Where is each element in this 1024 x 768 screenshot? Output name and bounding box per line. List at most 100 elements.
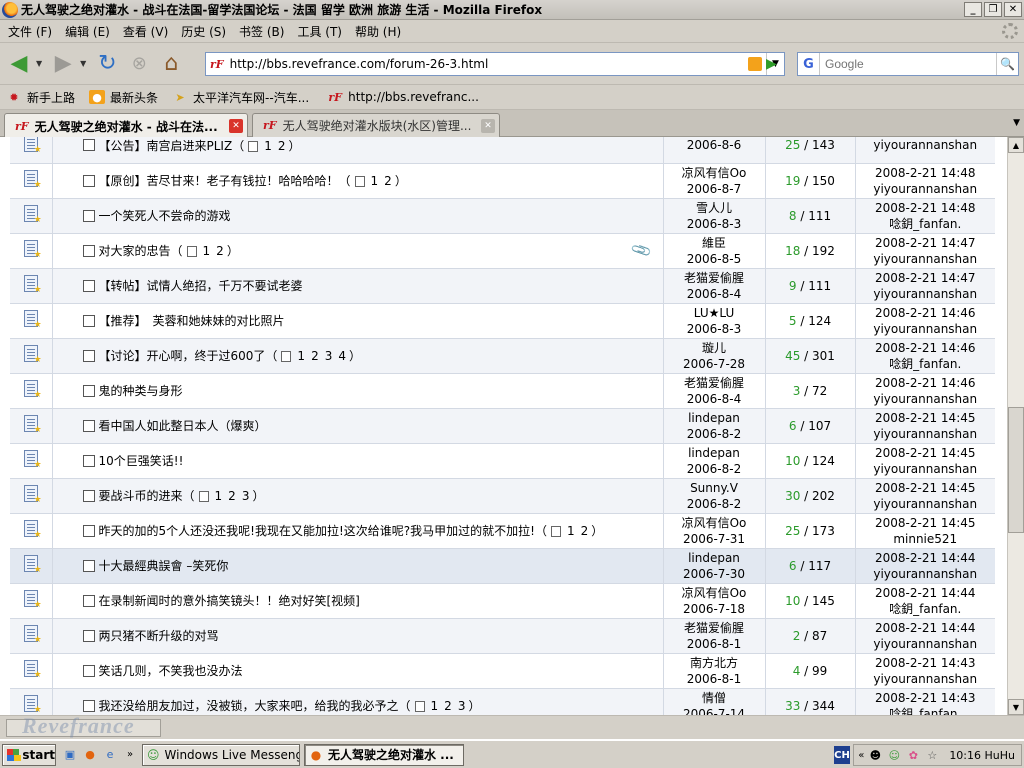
author-name[interactable]: 情僧: [664, 690, 765, 706]
start-button[interactable]: start: [2, 743, 56, 766]
thread-checkbox[interactable]: [82, 279, 95, 292]
thread-checkbox[interactable]: [82, 244, 95, 257]
author-name[interactable]: 凉风有信Oo: [664, 165, 765, 181]
page-link[interactable]: 2: [311, 349, 319, 363]
tab-admin[interactable]: rF 无人驾驶绝对灌水版块(水区)管理... ✕: [252, 113, 500, 137]
scroll-down-icon[interactable]: ▼: [1008, 699, 1024, 715]
quick-launch-more-icon[interactable]: »: [122, 747, 138, 763]
thread-checkbox[interactable]: [82, 699, 95, 712]
page-link[interactable]: 1: [297, 349, 305, 363]
thread-title-link[interactable]: 两只猪不断升级的对骂: [99, 629, 219, 643]
stop-button[interactable]: ⊗: [124, 49, 154, 79]
page-link[interactable]: 4: [338, 349, 346, 363]
thread-checkbox[interactable]: [82, 349, 95, 362]
last-post-user[interactable]: yiyourannanshan: [856, 496, 996, 512]
last-post-user[interactable]: yiyourannanshan: [856, 566, 996, 582]
page-link[interactable]: 3: [458, 699, 466, 713]
tray-expand-icon[interactable]: «: [858, 750, 864, 761]
thread-doc-icon[interactable]: ★: [22, 344, 42, 365]
thread-doc-icon[interactable]: ★: [22, 624, 42, 645]
last-post-time[interactable]: 2008-2-21 14:44: [856, 585, 996, 601]
thread-doc-icon[interactable]: ★: [22, 414, 42, 435]
search-magnifier-icon[interactable]: 🔍: [996, 53, 1018, 75]
last-post-user[interactable]: yiyourannanshan: [856, 671, 996, 687]
thread-checkbox[interactable]: [82, 384, 95, 397]
thread-doc-icon[interactable]: ★: [22, 169, 42, 190]
reload-button[interactable]: ↻: [92, 49, 122, 79]
thread-checkbox[interactable]: [82, 489, 95, 502]
vertical-scrollbar[interactable]: ▲ ▼: [1007, 137, 1024, 715]
bookmark-revefrance[interactable]: rF http://bbs.revefranc...: [323, 90, 479, 104]
tab-current[interactable]: rF 无人驾驶之绝对灌水 - 战斗在法... ✕: [4, 113, 248, 138]
thread-doc-icon[interactable]: ★: [22, 137, 42, 155]
thread-checkbox[interactable]: [82, 209, 95, 222]
page-link[interactable]: 3: [242, 489, 250, 503]
url-bar[interactable]: rF http://bbs.revefrance.com/forum-26-3.…: [205, 52, 785, 76]
bookmark-pcauto[interactable]: ➤ 太平洋汽车网--汽车...: [172, 89, 309, 106]
scroll-up-icon[interactable]: ▲: [1008, 137, 1024, 153]
forward-button[interactable]: ▶: [48, 49, 78, 79]
last-post-time[interactable]: 2008-2-21 14:45: [856, 480, 996, 496]
last-post-user[interactable]: yiyourannanshan: [856, 137, 996, 153]
thread-doc-icon[interactable]: ★: [22, 589, 42, 610]
close-window-button[interactable]: ✕: [1004, 2, 1022, 17]
thread-title-link[interactable]: 10个巨强笑话!!: [99, 454, 184, 468]
thread-title-link[interactable]: 【原创】苦尽甘来！老子有钱拉！哈哈哈哈！: [99, 174, 339, 188]
last-post-user[interactable]: yiyourannanshan: [856, 636, 996, 652]
desktop-icon[interactable]: ▣: [62, 747, 78, 763]
last-post-time[interactable]: 2008-2-21 14:46: [856, 340, 996, 356]
close-tab-icon[interactable]: ✕: [229, 119, 243, 133]
last-post-time[interactable]: 2008-2-21 14:47: [856, 270, 996, 286]
page-link[interactable]: 3: [325, 349, 333, 363]
thread-doc-icon[interactable]: ★: [22, 554, 42, 575]
bookmark-getting-started[interactable]: ✹ 新手上路: [6, 89, 75, 106]
menu-file[interactable]: 文件 (F): [4, 23, 61, 40]
search-bar[interactable]: G 🔍: [797, 52, 1019, 76]
home-button[interactable]: ⌂: [156, 49, 186, 79]
qq-penguin-icon[interactable]: ☻: [867, 747, 883, 763]
go-button[interactable]: ▶: [766, 56, 777, 72]
thread-checkbox[interactable]: [82, 559, 95, 572]
menu-edit[interactable]: 编辑 (E): [61, 23, 119, 40]
last-post-user[interactable]: yiyourannanshan: [856, 461, 996, 477]
last-post-time[interactable]: 2008-2-21 14:48: [856, 165, 996, 181]
page-link[interactable]: 2: [444, 699, 452, 713]
menu-history[interactable]: 历史 (S): [177, 23, 235, 40]
author-name[interactable]: lindepan: [664, 445, 765, 461]
author-name[interactable]: lindepan: [664, 410, 765, 426]
ie-icon[interactable]: e: [102, 747, 118, 763]
taskbar-messenger[interactable]: ☺ Windows Live Messenger: [142, 743, 300, 766]
scroll-thumb[interactable]: [1008, 407, 1024, 533]
thread-checkbox[interactable]: [82, 314, 95, 327]
thread-doc-icon[interactable]: ★: [22, 309, 42, 330]
thread-doc-icon[interactable]: ★: [22, 379, 42, 400]
thread-doc-icon[interactable]: ★: [22, 449, 42, 470]
page-link[interactable]: 1: [431, 699, 439, 713]
thread-checkbox[interactable]: [82, 629, 95, 642]
last-post-user[interactable]: yiyourannanshan: [856, 181, 996, 197]
thread-checkbox[interactable]: [82, 594, 95, 607]
author-name[interactable]: 凉风有信Oo: [664, 515, 765, 531]
thread-checkbox[interactable]: [82, 174, 95, 187]
last-post-time[interactable]: 2008-2-21 14:46: [856, 375, 996, 391]
last-post-time[interactable]: 2008-2-21 14:45: [856, 515, 996, 531]
thread-title-link[interactable]: 【公告】南宫启进来PLIZ: [99, 139, 233, 153]
last-post-user[interactable]: 唸鈅_fanfan.: [856, 216, 996, 232]
author-name[interactable]: lindepan: [664, 550, 765, 566]
author-name[interactable]: 老猫爱偷腥: [664, 620, 765, 636]
author-name[interactable]: Sunny.V: [664, 480, 765, 496]
thread-title-link[interactable]: 笑话几则，不笑我也没办法: [99, 664, 243, 678]
last-post-user[interactable]: yiyourannanshan: [856, 286, 996, 302]
last-post-time[interactable]: 2008-2-21 14:43: [856, 690, 996, 706]
author-name[interactable]: 老猫爱偷腥: [664, 375, 765, 391]
last-post-time[interactable]: 2008-2-21 14:44: [856, 550, 996, 566]
last-post-user[interactable]: minnie521: [856, 531, 996, 547]
menu-view[interactable]: 查看 (V): [119, 23, 177, 40]
thread-checkbox[interactable]: [82, 419, 95, 432]
close-tab-icon[interactable]: ✕: [481, 118, 495, 133]
author-name[interactable]: 老猫爱偷腥: [664, 270, 765, 286]
last-post-user[interactable]: 唸鈅_fanfan.: [856, 601, 996, 617]
thread-checkbox[interactable]: [82, 139, 95, 152]
search-input[interactable]: [820, 57, 996, 71]
page-link[interactable]: 1: [215, 489, 223, 503]
